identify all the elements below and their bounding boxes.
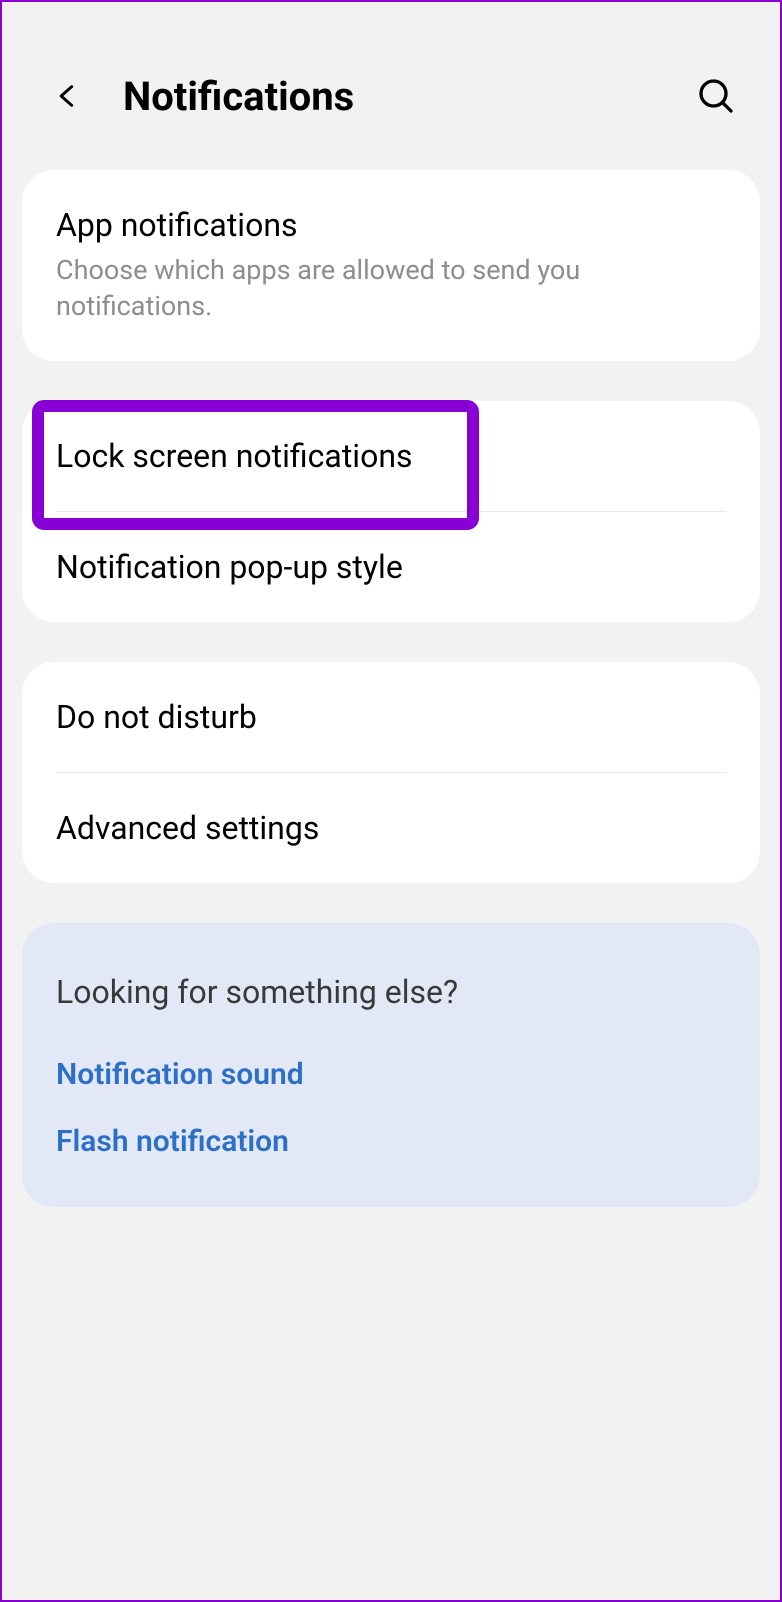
search-icon xyxy=(696,76,736,116)
search-button[interactable] xyxy=(692,72,740,120)
item-subtitle: Choose which apps are allowed to send yo… xyxy=(56,252,726,325)
do-not-disturb-item[interactable]: Do not disturb xyxy=(22,662,760,772)
notification-sound-link[interactable]: Notification sound xyxy=(22,1041,760,1108)
advanced-settings-item[interactable]: Advanced settings xyxy=(22,773,760,883)
lock-screen-notifications-item[interactable]: Lock screen notifications xyxy=(22,401,760,511)
spacer xyxy=(22,1175,760,1207)
flash-notification-link[interactable]: Flash notification xyxy=(22,1108,760,1175)
app-notifications-item[interactable]: App notifications Choose which apps are … xyxy=(22,170,760,361)
item-title: Lock screen notifications xyxy=(56,437,726,475)
item-title: Do not disturb xyxy=(56,698,726,736)
header: Notifications xyxy=(2,2,780,170)
settings-card: Do not disturb Advanced settings xyxy=(22,662,760,883)
back-button[interactable] xyxy=(47,76,87,116)
item-title: App notifications xyxy=(56,206,726,244)
page-title: Notifications xyxy=(123,73,692,120)
item-title: Advanced settings xyxy=(56,809,726,847)
suggestions-title: Looking for something else? xyxy=(22,923,760,1041)
notification-popup-style-item[interactable]: Notification pop-up style xyxy=(22,512,760,622)
item-title: Notification pop-up style xyxy=(56,548,726,586)
suggestions-card: Looking for something else? Notification… xyxy=(22,923,760,1207)
chevron-left-icon xyxy=(53,78,81,114)
settings-card: App notifications Choose which apps are … xyxy=(22,170,760,361)
settings-card: Lock screen notifications Notification p… xyxy=(22,401,760,622)
